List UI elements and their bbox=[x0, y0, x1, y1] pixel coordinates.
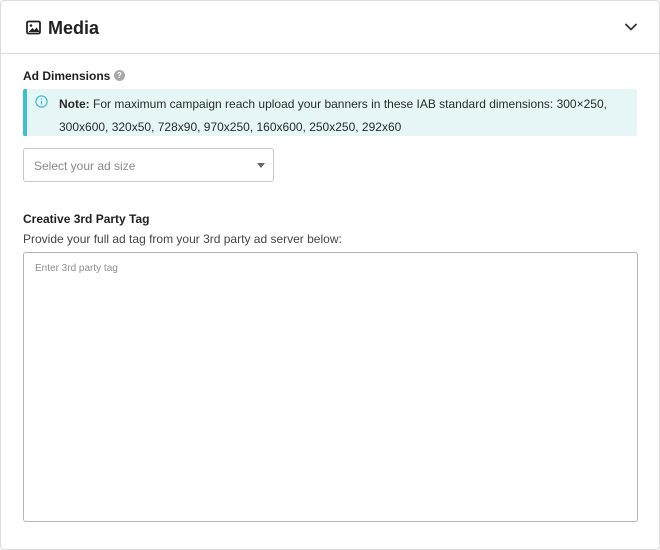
ad-size-select-placeholder: Select your ad size bbox=[34, 159, 136, 173]
info-circle-icon bbox=[35, 95, 48, 108]
note-prefix: Note: bbox=[59, 97, 90, 111]
third-party-tag-description: Provide your full ad tag from your 3rd p… bbox=[23, 232, 342, 246]
note-text: Note: For maximum campaign reach upload … bbox=[59, 93, 637, 139]
image-icon bbox=[26, 20, 41, 35]
panel-title: Media bbox=[48, 18, 100, 38]
media-panel: Media Ad Dimensions ? Note: For maximum … bbox=[0, 0, 660, 550]
ad-dimensions-label: Ad Dimensions bbox=[23, 69, 111, 83]
third-party-tag-textarea[interactable] bbox=[23, 252, 638, 522]
third-party-tag-label: Creative 3rd Party Tag bbox=[23, 212, 150, 226]
ad-size-select[interactable]: Select your ad size bbox=[23, 148, 274, 182]
chevron-down-icon[interactable] bbox=[623, 19, 639, 35]
question-circle-icon[interactable]: ? bbox=[114, 70, 125, 81]
media-panel-header[interactable]: Media bbox=[1, 1, 659, 54]
ad-dimensions-note: Note: For maximum campaign reach upload … bbox=[23, 89, 637, 136]
caret-down-icon bbox=[257, 163, 265, 168]
note-body: For maximum campaign reach upload your b… bbox=[59, 97, 607, 134]
